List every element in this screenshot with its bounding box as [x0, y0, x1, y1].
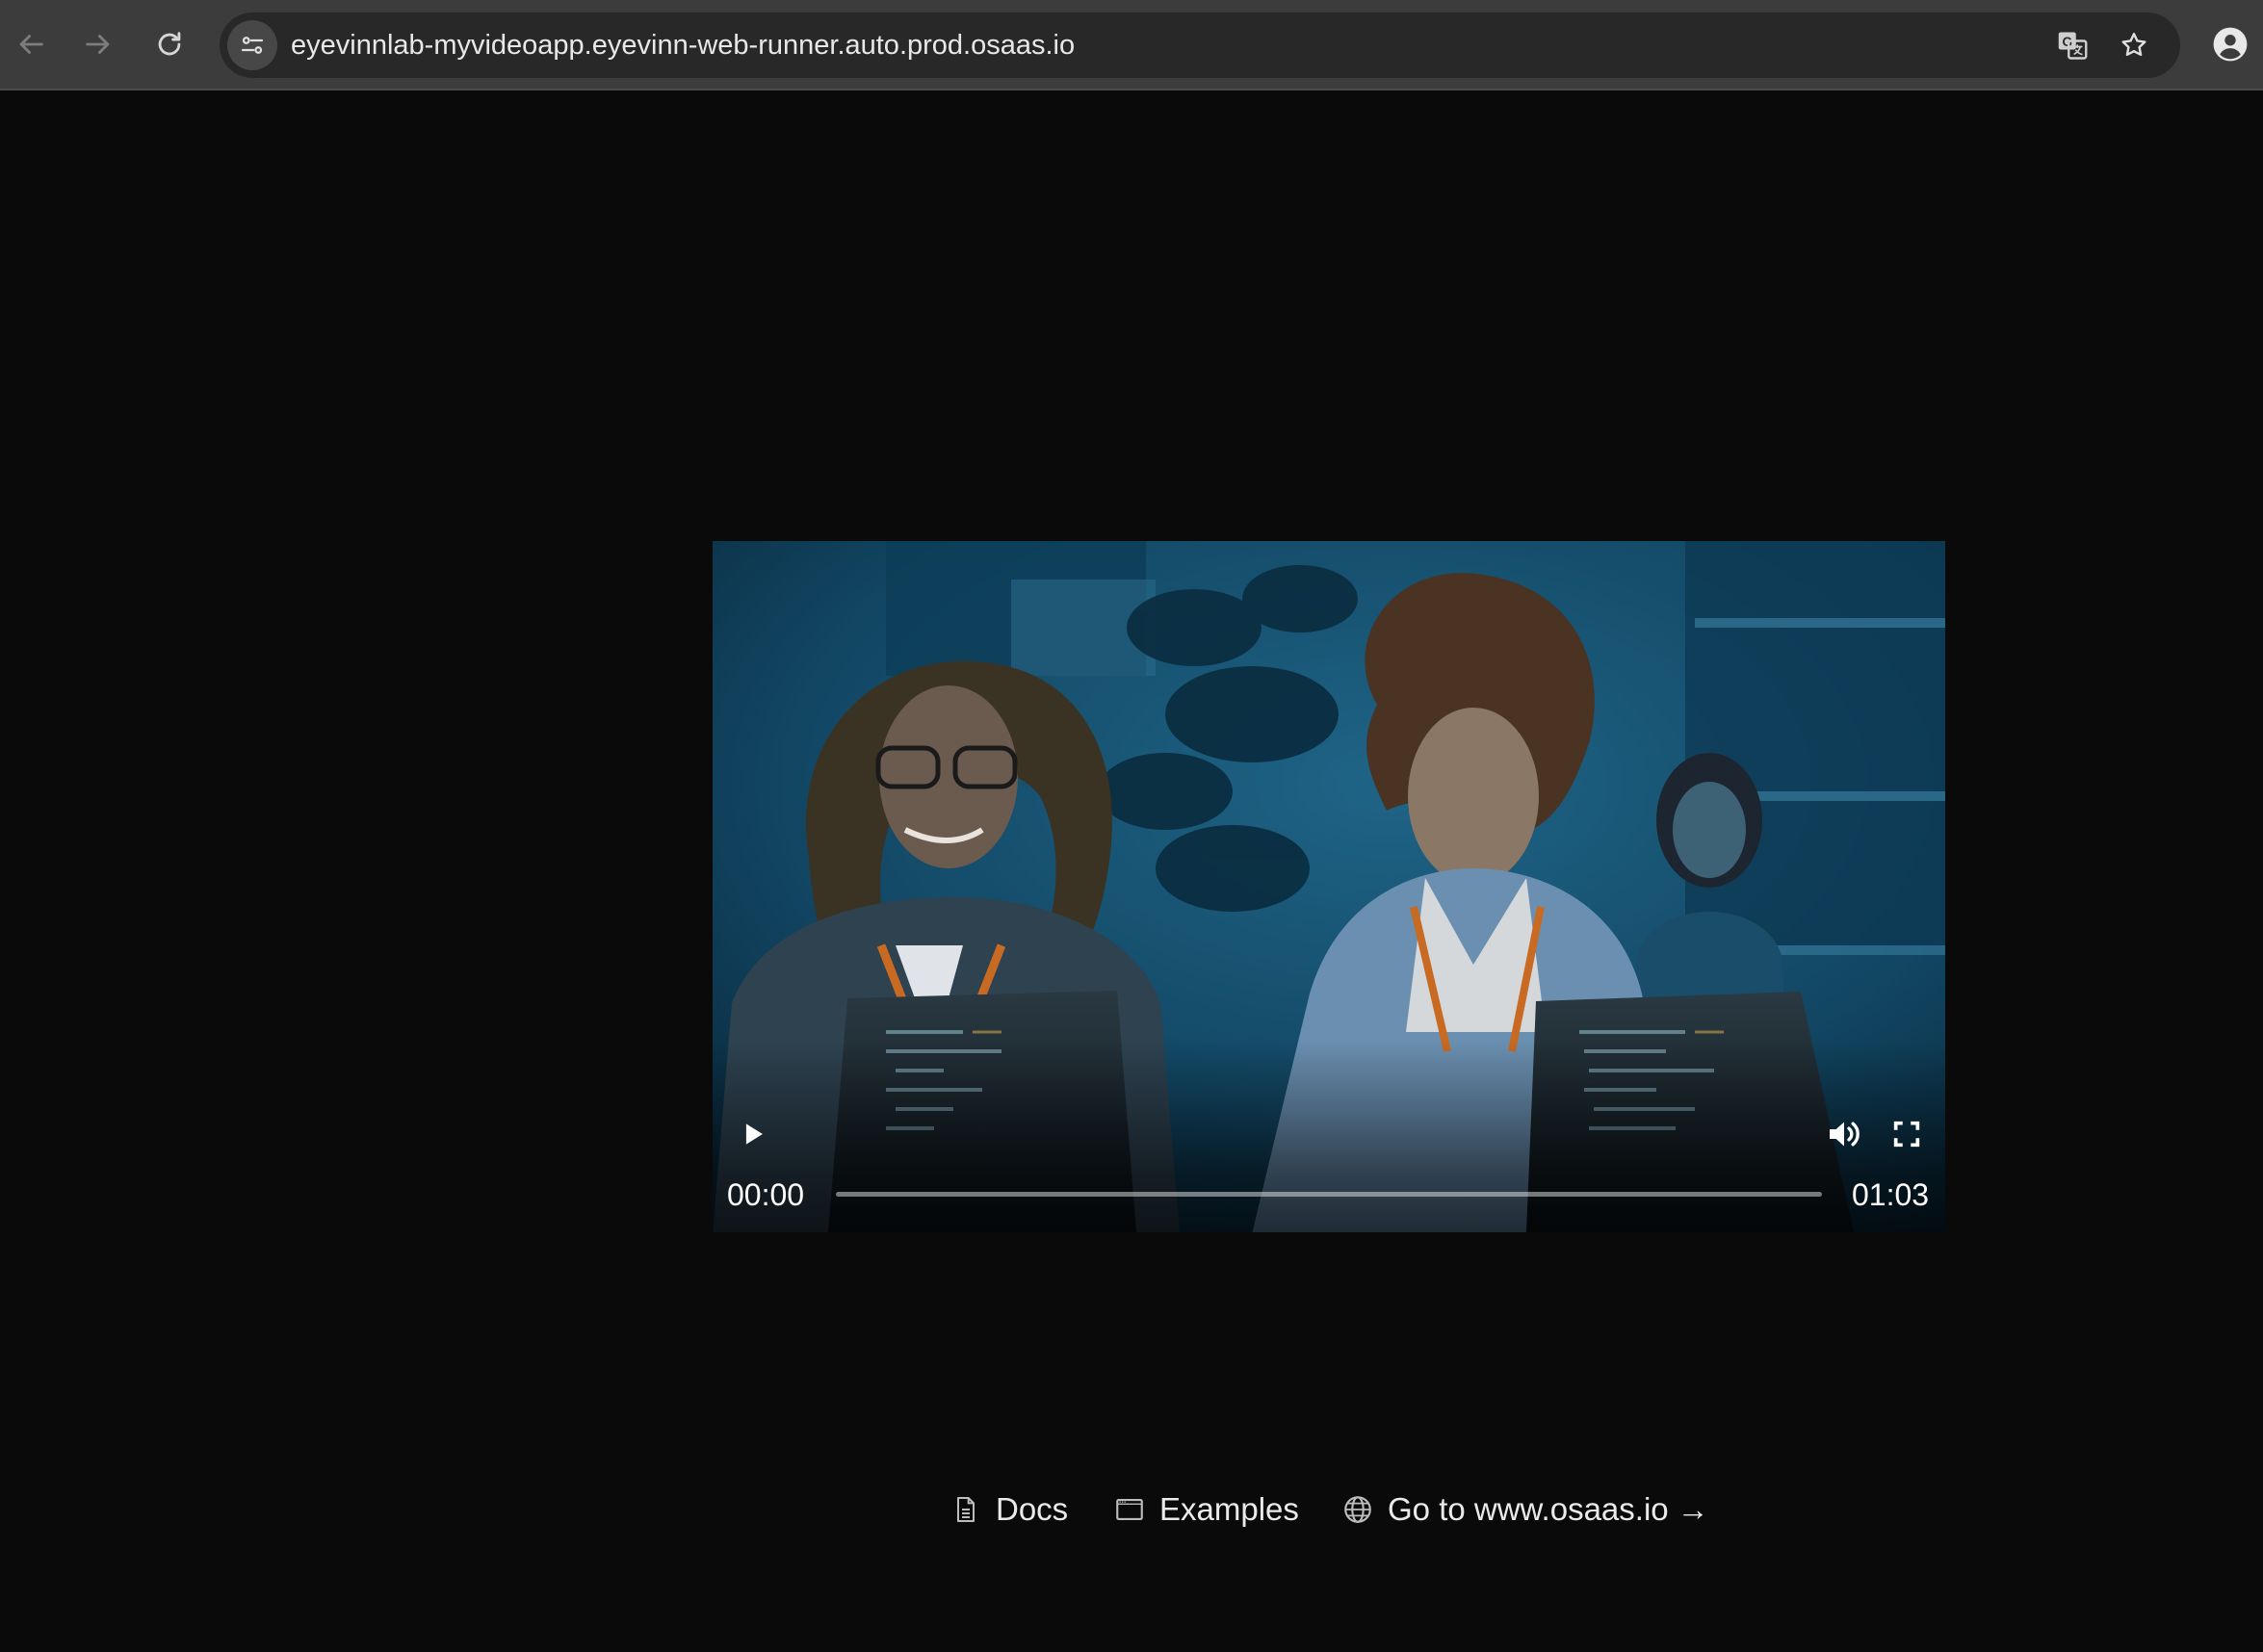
back-button[interactable] — [8, 21, 54, 67]
progress-bar[interactable] — [836, 1192, 1822, 1197]
window-icon — [1113, 1493, 1146, 1526]
browser-toolbar: eyevinnlab-myvideoapp.eyevinn-web-runner… — [0, 0, 2263, 90]
docs-link-label: Docs — [996, 1491, 1069, 1527]
profile-icon — [2213, 27, 2248, 62]
globe-icon — [1341, 1493, 1374, 1526]
volume-button[interactable] — [1821, 1111, 1867, 1157]
volume-icon — [1830, 1122, 1860, 1147]
site-settings-icon — [241, 37, 264, 54]
examples-link-label: Examples — [1159, 1491, 1299, 1527]
url-text[interactable]: eyevinnlab-myvideoapp.eyevinn-web-runner… — [291, 13, 1075, 78]
duration: 01:03 — [1852, 1177, 1930, 1212]
translate-button[interactable]: G — [2053, 26, 2092, 65]
address-bar[interactable]: eyevinnlab-myvideoapp.eyevinn-web-runner… — [220, 13, 2180, 78]
forward-arrow-icon — [86, 35, 110, 54]
bookmark-star-icon — [2121, 33, 2146, 57]
osaas-link[interactable]: Go to www.osaas.io → — [1341, 1483, 1709, 1536]
forward-button[interactable] — [75, 21, 121, 67]
play-button[interactable] — [730, 1111, 776, 1157]
bookmark-button[interactable] — [2115, 26, 2153, 65]
translate-icon: G — [2058, 32, 2088, 60]
fullscreen-icon — [1893, 1121, 1920, 1148]
document-icon — [949, 1493, 982, 1526]
fullscreen-button[interactable] — [1884, 1111, 1930, 1157]
site-settings-button[interactable] — [227, 20, 277, 70]
controls-overlay — [713, 1040, 1945, 1232]
video-player[interactable] — [713, 541, 1945, 1232]
back-arrow-icon — [19, 35, 43, 54]
current-time: 00:00 — [727, 1177, 805, 1212]
footer-links: Docs Examples Go to www.osaas.io → — [0, 1483, 2263, 1536]
examples-link[interactable]: Examples — [1113, 1483, 1299, 1536]
reload-icon — [158, 32, 181, 56]
osaas-link-label: Go to www.osaas.io → — [1388, 1491, 1709, 1527]
docs-link[interactable]: Docs — [949, 1483, 1068, 1536]
play-icon — [745, 1123, 763, 1145]
reload-button[interactable] — [146, 21, 193, 67]
profile-button[interactable] — [2207, 21, 2253, 67]
